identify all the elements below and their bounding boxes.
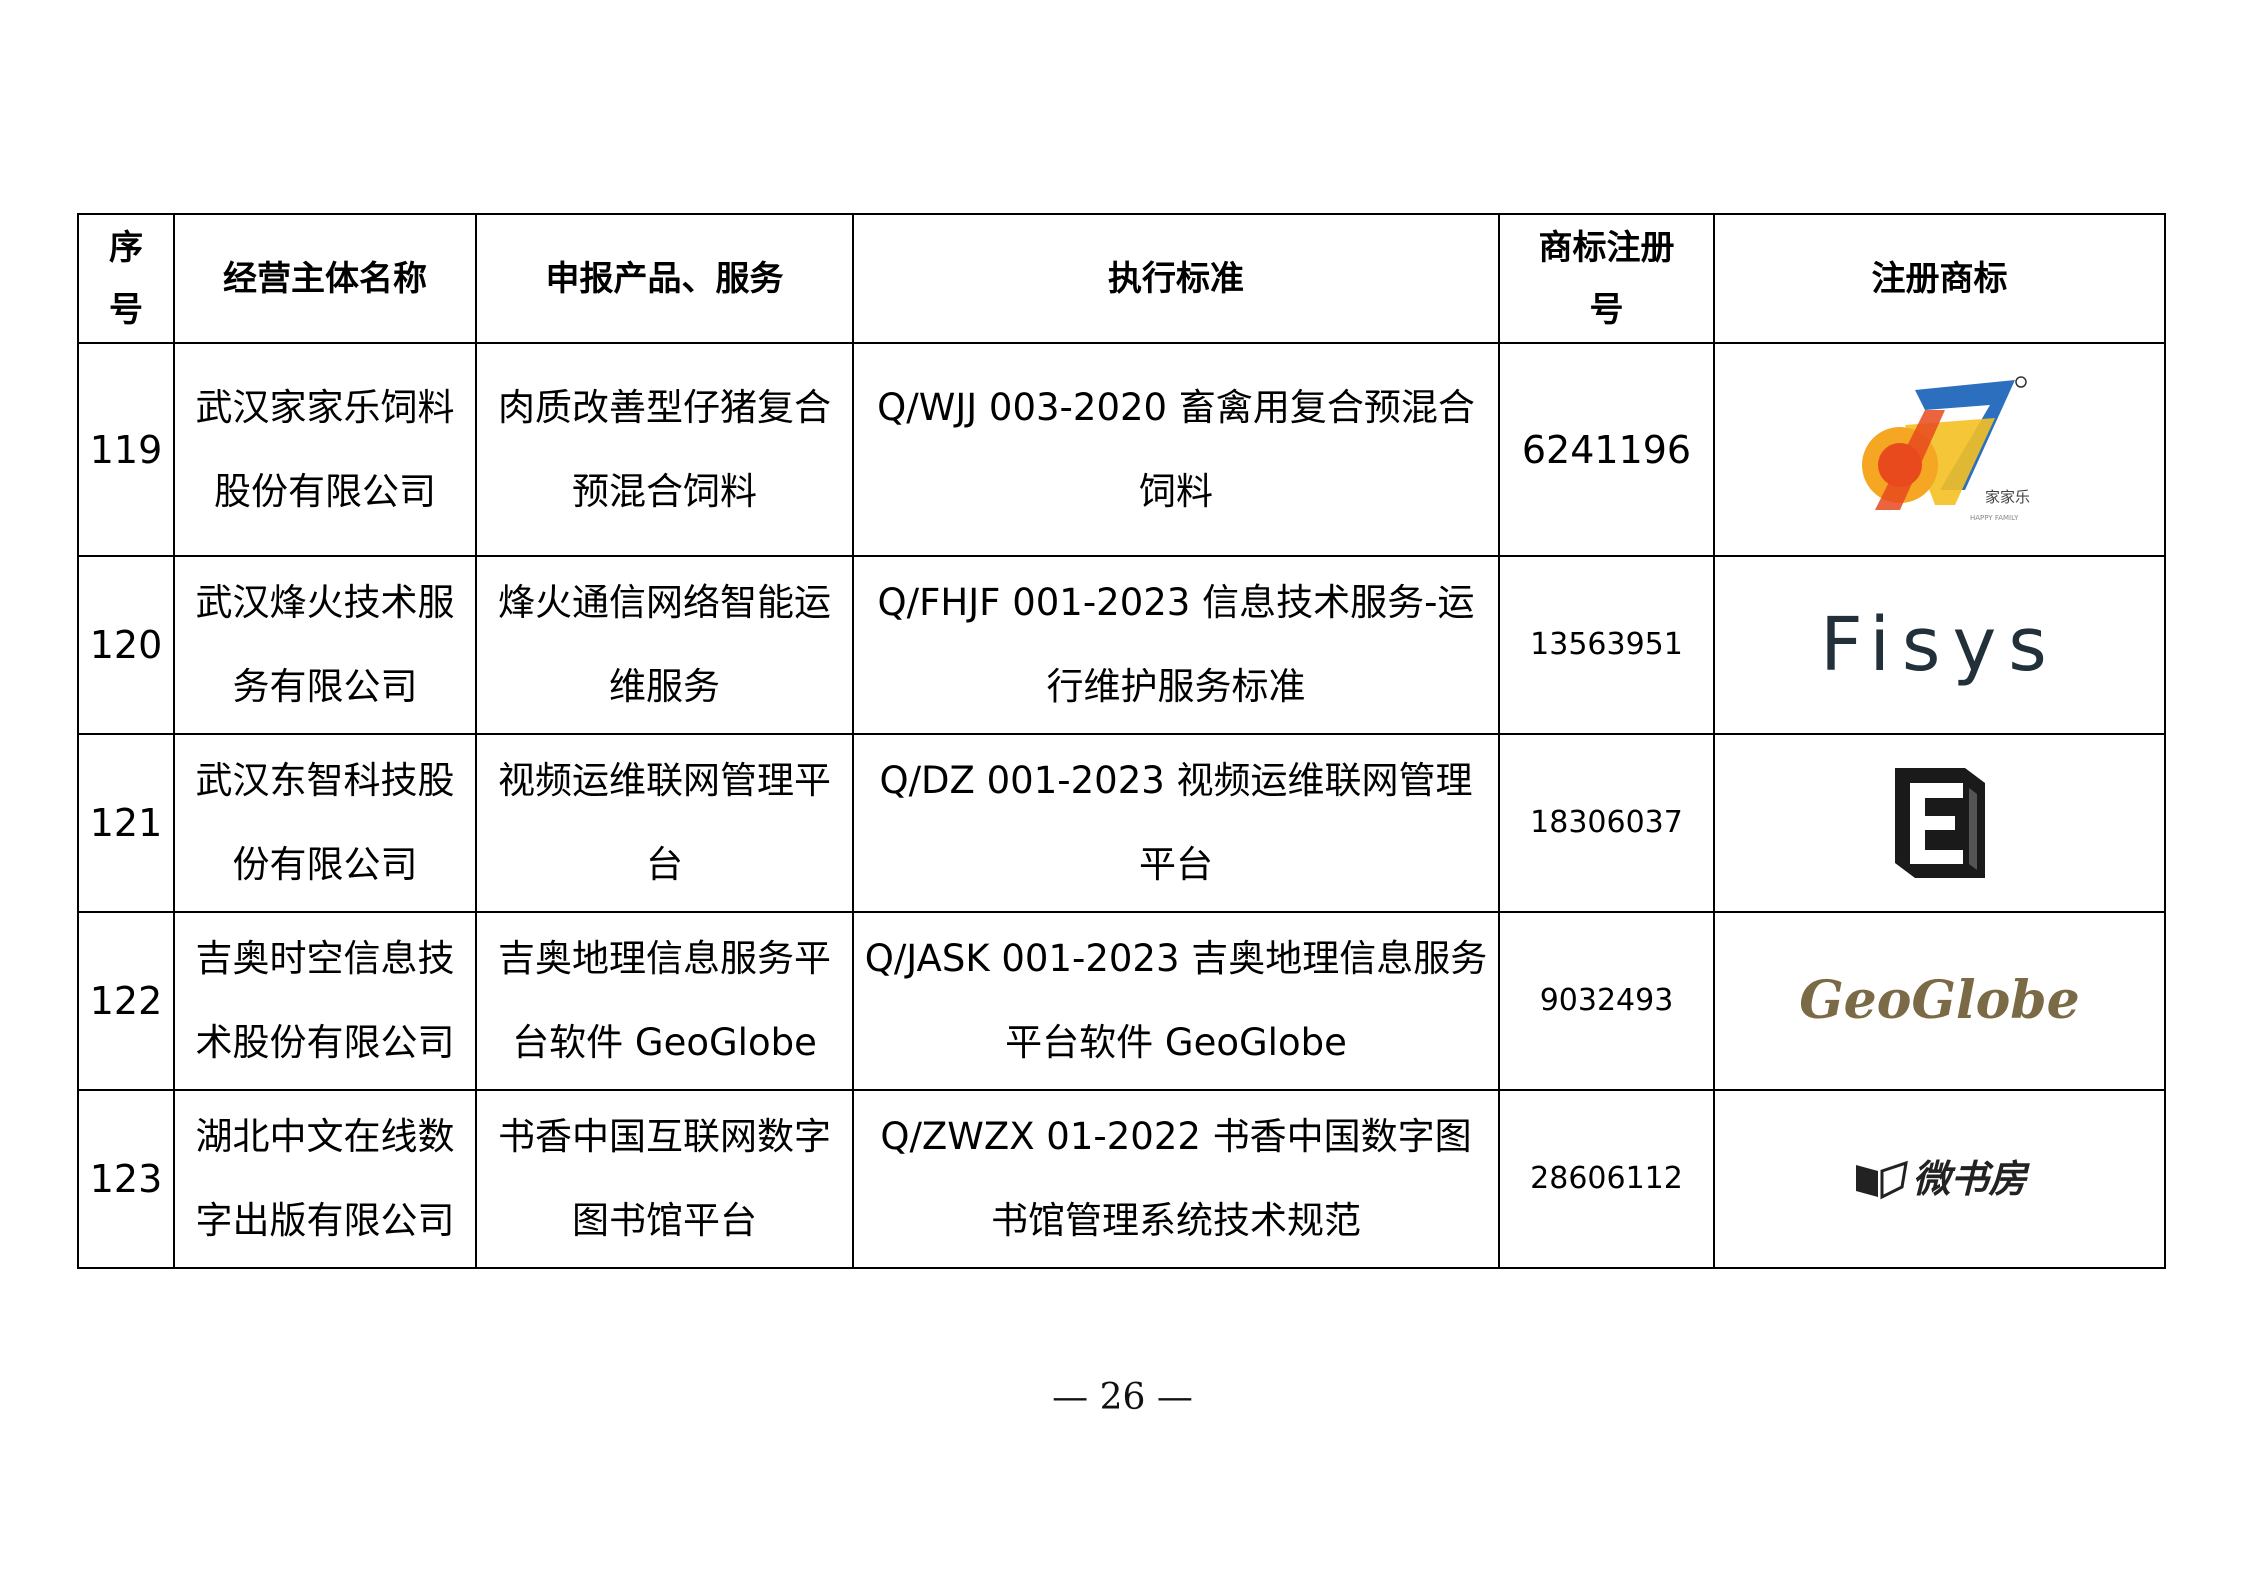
header-entity: 经营主体名称 [173, 213, 477, 344]
row-product: 书香中国互联网数字图书馆平台 [475, 1089, 854, 1269]
row-trademark: Fisys [1713, 555, 2166, 735]
row-standard: Q/FHJF 001-2023 信息技术服务-运行维护服务标准 [852, 555, 1500, 735]
row-trademark: 微书房 [1713, 1089, 2166, 1269]
book-icon [1856, 1160, 1909, 1200]
row-no: 121 [77, 733, 175, 913]
row-no: 120 [77, 555, 175, 735]
weishufang-logo: 微书房 [1715, 1137, 2164, 1221]
table-header-row: 序 号 经营主体名称 申报产品、服务 执行标准 商标注册 号 注册商标 [77, 213, 2166, 344]
weishufang-logo-text: 微书房 [1912, 1157, 2027, 1201]
row-product: 视频运维联网管理平台 [475, 733, 854, 913]
table-row: 119 武汉家家乐饲料股份有限公司 肉质改善型仔猪复合预混合饲料 Q/WJJ 0… [77, 342, 2166, 557]
row-trademark: 家家乐 HAPPY FAMILY [1713, 342, 2166, 557]
row-entity: 湖北中文在线数字出版有限公司 [173, 1089, 477, 1269]
row-entity: 武汉烽火技术服务有限公司 [173, 555, 477, 735]
header-product: 申报产品、服务 [475, 213, 854, 344]
header-standard: 执行标准 [852, 213, 1500, 344]
row-entity: 武汉东智科技股份有限公司 [173, 733, 477, 913]
table-row: 121 武汉东智科技股份有限公司 视频运维联网管理平台 Q/DZ 001-202… [77, 733, 2166, 913]
row-entity: 吉奥时空信息技术股份有限公司 [173, 911, 477, 1091]
fisys-logo-text: Fisys [1820, 602, 2059, 688]
jiajiale-logo: 家家乐 HAPPY FAMILY [1715, 370, 2164, 530]
row-product: 肉质改善型仔猪复合预混合饲料 [475, 342, 854, 557]
row-regno: 13563951 [1498, 555, 1715, 735]
row-trademark [1713, 733, 2166, 913]
row-regno: 28606112 [1498, 1089, 1715, 1269]
dongzhi-logo [1715, 758, 2164, 888]
row-standard: Q/WJJ 003-2020 畜禽用复合预混合饲料 [852, 342, 1500, 557]
row-regno: 6241196 [1498, 342, 1715, 557]
trademark-table: 序 号 经营主体名称 申报产品、服务 执行标准 商标注册 号 注册商标 119 … [77, 213, 2166, 1269]
header-trademark: 注册商标 [1713, 213, 2166, 344]
jiajiale-logo-text: 家家乐 [1985, 488, 2030, 506]
table-row: 123 湖北中文在线数字出版有限公司 书香中国互联网数字图书馆平台 Q/ZWZX… [77, 1089, 2166, 1269]
fisys-logo: Fisys [1715, 603, 2164, 687]
geoglobe-logo: GeoGlobe [1715, 959, 2164, 1043]
header-no: 序 号 [77, 213, 175, 344]
row-trademark: GeoGlobe [1713, 911, 2166, 1091]
header-regno: 商标注册 号 [1498, 213, 1715, 344]
jiajiale-logo-subtext: HAPPY FAMILY [1970, 514, 2019, 522]
table-row: 120 武汉烽火技术服务有限公司 烽火通信网络智能运维服务 Q/FHJF 001… [77, 555, 2166, 735]
row-product: 烽火通信网络智能运维服务 [475, 555, 854, 735]
trademark-table-container: 序 号 经营主体名称 申报产品、服务 执行标准 商标注册 号 注册商标 119 … [77, 213, 2166, 1269]
row-standard: Q/ZWZX 01-2022 书香中国数字图书馆管理系统技术规范 [852, 1089, 1500, 1269]
row-regno: 9032493 [1498, 911, 1715, 1091]
geoglobe-logo-text: GeoGlobe [1799, 970, 2080, 1031]
row-entity: 武汉家家乐饲料股份有限公司 [173, 342, 477, 557]
row-no: 122 [77, 911, 175, 1091]
table-row: 122 吉奥时空信息技术股份有限公司 吉奥地理信息服务平台软件 GeoGlobe… [77, 911, 2166, 1091]
row-standard: Q/JASK 001-2023 吉奥地理信息服务平台软件 GeoGlobe [852, 911, 1500, 1091]
page-number: — 26 — [1052, 1377, 1193, 1418]
row-regno: 18306037 [1498, 733, 1715, 913]
row-no: 119 [77, 342, 175, 557]
row-standard: Q/DZ 001-2023 视频运维联网管理平台 [852, 733, 1500, 913]
row-no: 123 [77, 1089, 175, 1269]
row-product: 吉奥地理信息服务平台软件 GeoGlobe [475, 911, 854, 1091]
